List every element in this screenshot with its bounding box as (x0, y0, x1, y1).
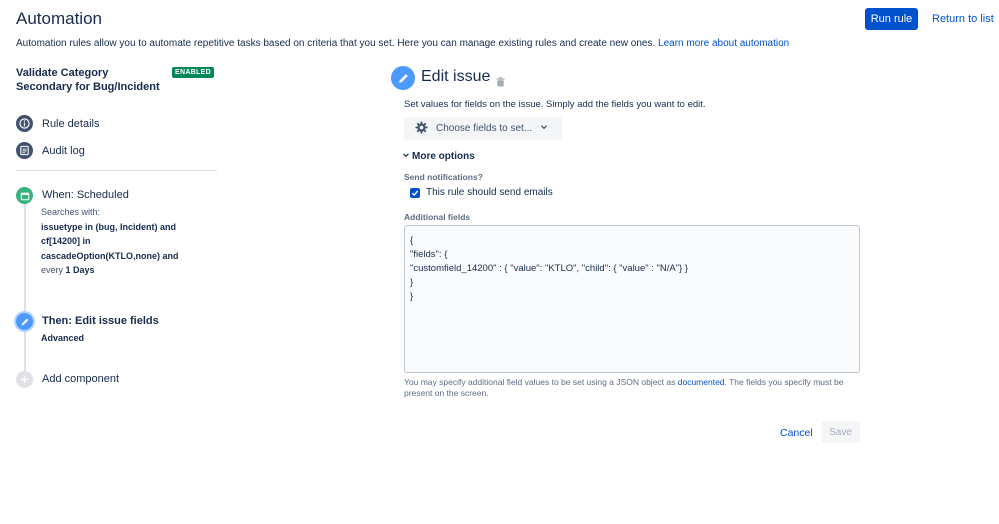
choose-fields-dropdown[interactable]: Choose fields to set... (404, 117, 562, 140)
info-icon (16, 115, 33, 132)
send-emails-label[interactable]: This rule should send emails (426, 187, 553, 198)
schedule-trigger-icon[interactable] (16, 187, 33, 204)
json-line: { (410, 235, 414, 246)
additional-fields-label: Additional fields (404, 212, 471, 222)
jql-line-1: issuetype in (bug, Incident) and (41, 221, 177, 232)
nav-rule-details[interactable]: Rule details (16, 115, 99, 132)
json-line: } (410, 291, 414, 302)
help-text: You may specify additional field values … (404, 377, 860, 399)
more-options-toggle[interactable]: More options (402, 151, 475, 162)
documented-link[interactable]: documented (678, 377, 725, 387)
nav-rule-details-label: Rule details (42, 117, 100, 130)
more-options-label: More options (412, 151, 475, 162)
json-line: "customfield_14200" : { "value": "KTLO",… (410, 263, 689, 274)
add-component-button[interactable]: Add component (42, 373, 119, 385)
checkmark-icon (411, 190, 419, 197)
rule-name: Validate Category Secondary for Bug/Inci… (16, 67, 160, 93)
action-title[interactable]: Then: Edit issue fields (42, 315, 159, 327)
schedule-interval: every 1 Days (41, 263, 179, 278)
set-values-text: Set values for fields on the issue. Simp… (404, 99, 706, 110)
status-badge: ENABLED (172, 67, 214, 78)
panel-title: Edit issue (421, 68, 491, 85)
learn-more-link[interactable]: Learn more about automation (658, 38, 789, 49)
gear-icon (415, 120, 428, 137)
chevron-down-icon (540, 123, 548, 134)
send-emails-checkbox[interactable] (410, 188, 420, 198)
action-subtitle: Advanced (41, 333, 85, 343)
nav-audit-log-label: Audit log (42, 144, 85, 157)
save-button[interactable]: Save (821, 421, 860, 443)
pencil-icon (391, 66, 415, 90)
choose-fields-label: Choose fields to set... (436, 123, 533, 134)
nav-divider (16, 170, 217, 171)
list-icon (16, 142, 33, 159)
send-notifications-label: Send notifications? (404, 172, 483, 182)
trigger-title[interactable]: When: Scheduled (42, 189, 129, 201)
help-text-pre: You may specify additional field values … (404, 377, 676, 387)
interval-value: 1 Days (65, 265, 95, 275)
additional-fields-textarea[interactable]: { "fields": { "customfield_14200" : { "v… (404, 225, 860, 373)
description-text: Automation rules allow you to automate r… (16, 38, 656, 49)
page-description: Automation rules allow you to automate r… (16, 38, 789, 49)
cancel-button[interactable]: Cancel (780, 427, 813, 439)
timeline-connector (24, 201, 26, 311)
add-component-icon[interactable] (16, 371, 33, 388)
trigger-details: Searches with: issuetype in (bug, Incide… (41, 205, 179, 278)
trash-icon[interactable] (496, 74, 505, 92)
jql-line-3: cascadeOption(KTLO,none) and (41, 250, 179, 261)
json-line: "fields": { (410, 249, 448, 260)
chevron-down-icon (402, 151, 410, 162)
run-rule-button[interactable]: Run rule (865, 8, 918, 30)
edit-action-icon[interactable] (16, 313, 33, 330)
json-line: } (410, 277, 414, 288)
jql-line-2: cf[14200] in (41, 236, 91, 246)
every-label: every (41, 265, 64, 275)
timeline-connector (24, 330, 26, 372)
searches-with-label: Searches with: (41, 207, 101, 217)
return-to-list-link[interactable]: Return to list (932, 13, 994, 25)
page-title: Automation (16, 9, 102, 28)
nav-audit-log[interactable]: Audit log (16, 142, 85, 159)
